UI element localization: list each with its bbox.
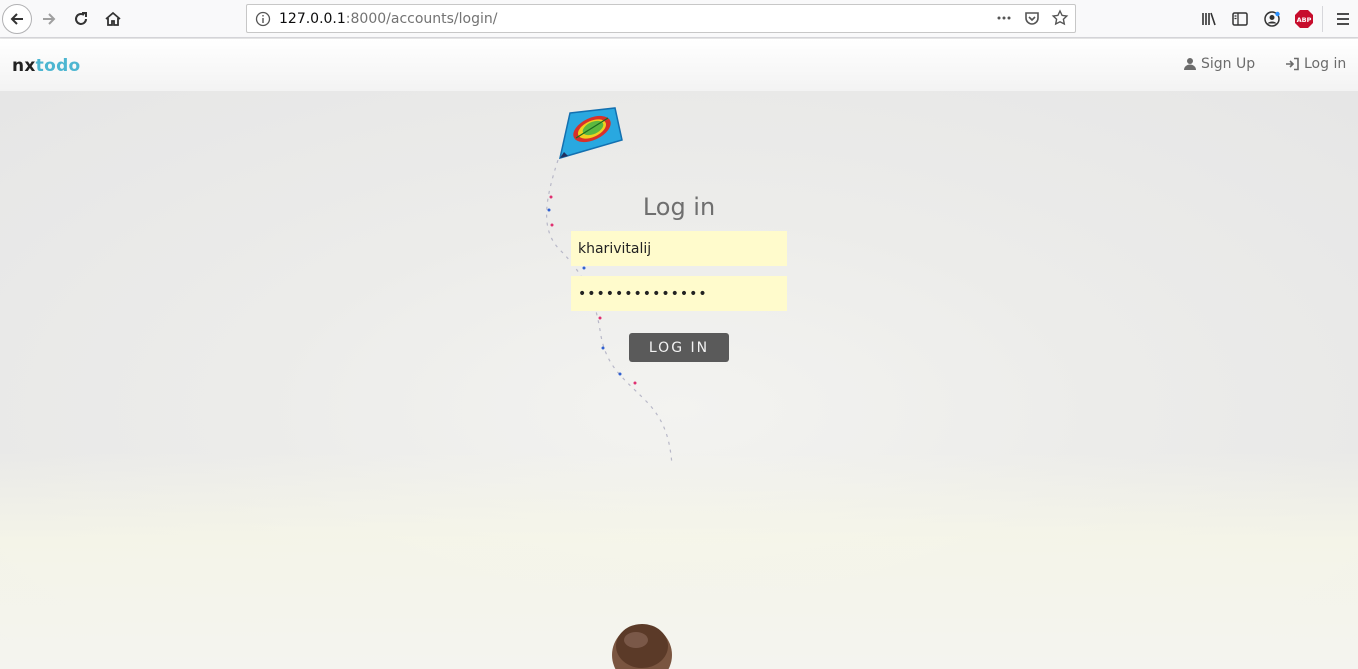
account-icon[interactable] — [1261, 8, 1283, 30]
back-arrow-icon — [10, 13, 23, 25]
forward-button[interactable] — [34, 4, 64, 34]
bookmark-star-icon[interactable] — [1051, 9, 1069, 27]
user-icon — [1184, 58, 1196, 70]
login-link[interactable]: Log in — [1285, 56, 1346, 72]
brand-logo[interactable]: nxtodo — [12, 56, 81, 76]
login-button[interactable]: LOG IN — [629, 333, 729, 362]
more-actions-icon[interactable] — [995, 9, 1013, 27]
pocket-icon[interactable] — [1023, 9, 1041, 27]
username-input[interactable] — [571, 231, 787, 266]
menu-icon[interactable] — [1332, 8, 1354, 30]
info-icon[interactable] — [255, 11, 271, 27]
home-button[interactable] — [98, 4, 128, 34]
background-glow — [0, 451, 1358, 669]
sidebar-icon[interactable] — [1229, 8, 1251, 30]
person-head-image — [612, 624, 672, 669]
signup-link[interactable]: Sign Up — [1183, 56, 1255, 72]
login-label: Log in — [1304, 56, 1347, 72]
home-icon — [105, 11, 121, 26]
url-actions — [995, 9, 1069, 27]
reload-button[interactable] — [66, 4, 96, 34]
forward-arrow-icon — [43, 13, 56, 25]
toolbar-divider — [1322, 6, 1323, 32]
back-button[interactable] — [2, 4, 32, 34]
url-bar[interactable]: 127.0.0.1:8000/accounts/login/ — [246, 4, 1076, 33]
url-host: 127.0.0.1 — [279, 11, 346, 27]
library-icon[interactable] — [1198, 8, 1220, 30]
svg-text:ABP: ABP — [1297, 16, 1312, 24]
password-input[interactable] — [571, 276, 787, 311]
url-text[interactable]: 127.0.0.1:8000/accounts/login/ — [279, 11, 497, 27]
login-title: Log in — [642, 193, 716, 221]
brand-part-2: todo — [35, 56, 81, 76]
adblock-plus-icon[interactable]: ABP — [1293, 8, 1315, 30]
signup-label: Sign Up — [1201, 56, 1256, 72]
login-icon — [1286, 57, 1299, 71]
brand-part-1: nx — [12, 56, 36, 76]
url-path: :8000/accounts/login/ — [345, 11, 498, 27]
browser-toolbar: 127.0.0.1:8000/accounts/login/ ABP — [0, 0, 1358, 38]
reload-icon — [75, 12, 87, 25]
site-navbar: nxtodo Sign Up Log in — [0, 39, 1358, 91]
